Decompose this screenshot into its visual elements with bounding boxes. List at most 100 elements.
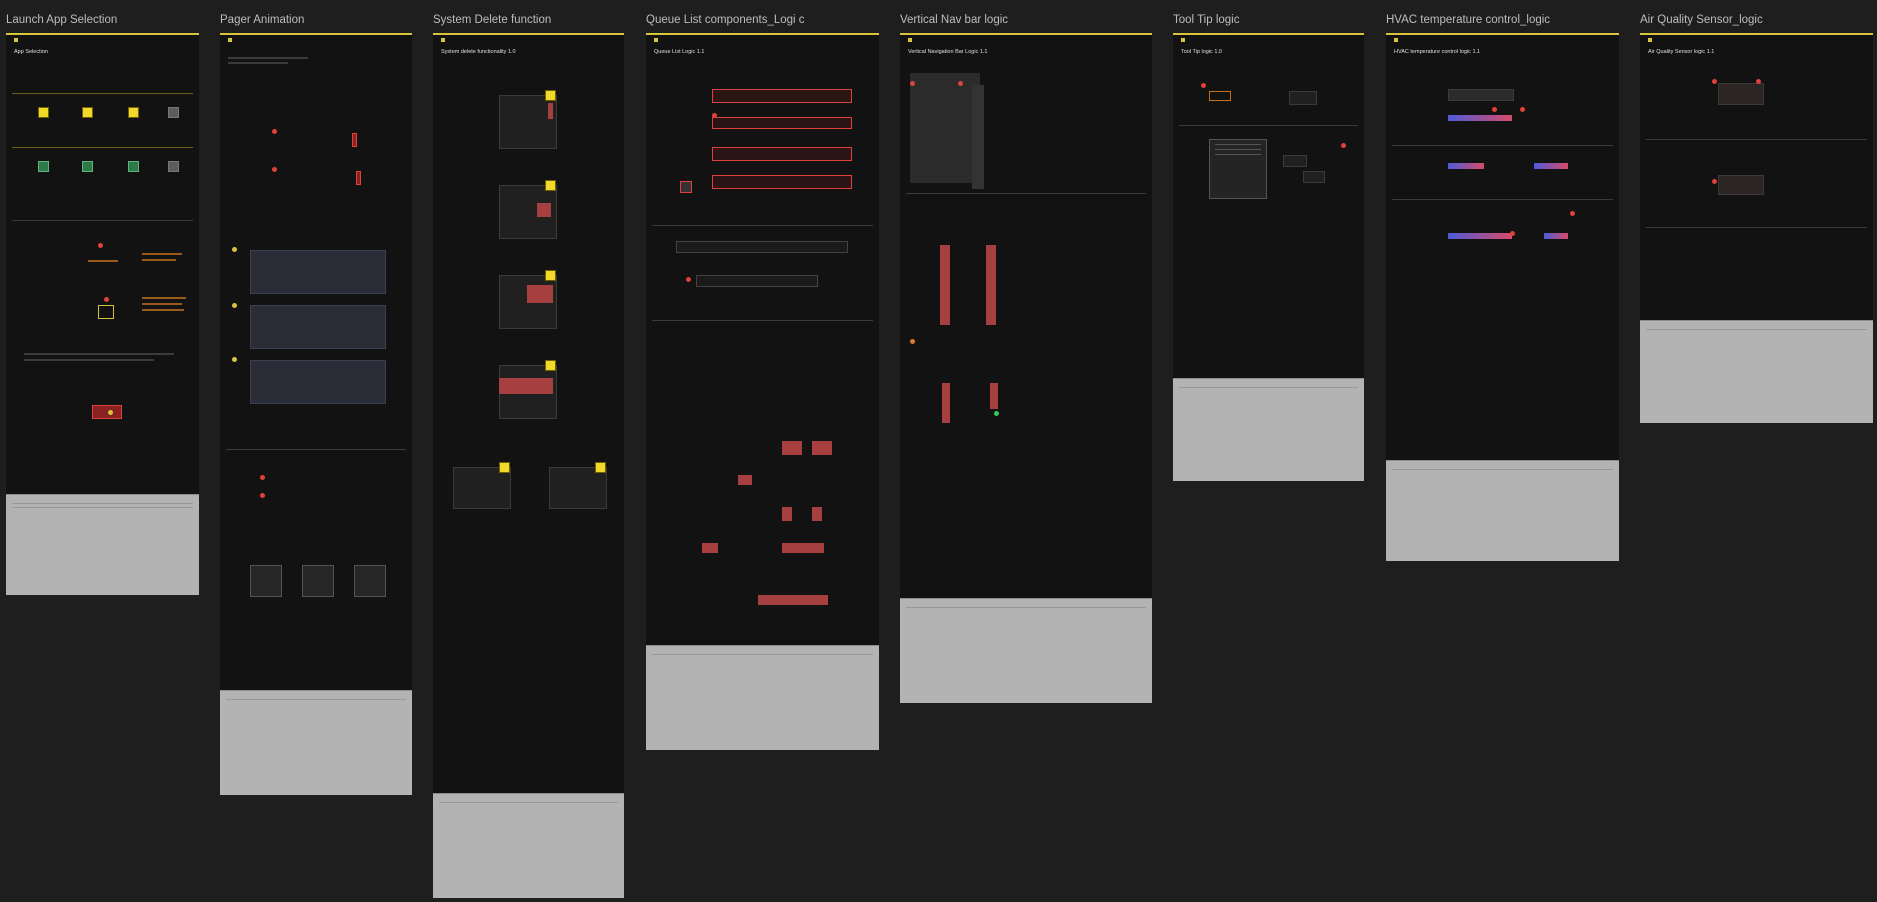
frame-launch-app-selection[interactable]: App Selection xyxy=(6,33,199,595)
frame-title-tooltip[interactable]: Tool Tip logic xyxy=(1173,14,1239,26)
easing-curve-chart xyxy=(302,565,334,597)
marker-icon xyxy=(1756,79,1761,84)
delete-trigger-icon xyxy=(595,462,606,473)
frame-vertical-nav[interactable]: Vertical Navigation Bar Logic 1.1 xyxy=(900,33,1152,703)
divider xyxy=(12,220,193,221)
marker-icon xyxy=(1520,107,1525,112)
annotation-line xyxy=(88,260,118,262)
sensor-card xyxy=(1718,175,1764,195)
app-tile-icon xyxy=(128,161,139,172)
delete-zone xyxy=(537,203,551,217)
page-title: Air Quality Sensor logic 1.1 xyxy=(1648,49,1715,55)
footer-label xyxy=(900,599,1152,607)
annotation-text xyxy=(142,297,186,299)
page-title: HVAC temperature control logic 1.1 xyxy=(1394,49,1481,55)
marker-icon xyxy=(686,277,691,282)
tooltip-dropdown xyxy=(1209,139,1267,199)
divider xyxy=(1392,199,1613,200)
temperature-slider xyxy=(1544,233,1568,239)
state-block xyxy=(782,441,802,455)
frame-title-hvac[interactable]: HVAC temperature control_logic xyxy=(1386,14,1550,26)
divider xyxy=(1392,145,1613,146)
nav-bar-state xyxy=(940,245,950,325)
frame-hvac-control[interactable]: HVAC temperature control logic 1.1 xyxy=(1386,33,1619,561)
nav-bar-state xyxy=(942,383,950,423)
frame-topbar xyxy=(1640,35,1873,45)
app-tile-icon xyxy=(38,107,49,118)
footer-row xyxy=(1179,387,1358,388)
queue-row xyxy=(712,89,852,103)
frame-topbar xyxy=(646,35,879,45)
delete-trigger-icon xyxy=(499,462,510,473)
marker-icon xyxy=(910,81,915,86)
temperature-slider xyxy=(1448,233,1512,239)
logo-icon xyxy=(1181,38,1185,42)
body-text xyxy=(24,359,154,361)
temperature-slider xyxy=(1534,163,1568,169)
marker-icon xyxy=(232,303,237,308)
marker-icon xyxy=(712,113,717,118)
frame-title-queue[interactable]: Queue List components_Logi c xyxy=(646,14,805,26)
tooltip-card xyxy=(1289,91,1317,105)
marker-icon xyxy=(232,247,237,252)
body-text xyxy=(228,57,308,59)
divider xyxy=(12,147,193,148)
dropdown-item xyxy=(1215,149,1261,150)
logo-icon xyxy=(228,38,232,42)
divider xyxy=(1646,227,1867,228)
thumbnail xyxy=(680,181,692,193)
status-icon xyxy=(994,411,999,416)
sensor-card xyxy=(1718,83,1764,105)
marker-icon xyxy=(910,339,915,344)
frame-topbar xyxy=(433,35,624,45)
divider xyxy=(226,449,406,450)
changelog-footer xyxy=(900,598,1152,703)
divider xyxy=(906,193,1146,194)
easing-curve-chart xyxy=(250,565,282,597)
frame-title-vnav[interactable]: Vertical Nav bar logic xyxy=(900,14,1008,26)
tooltip-outline xyxy=(1209,91,1231,101)
frame-tool-tip[interactable]: Tool Tip logic 1.0 xyxy=(1173,33,1364,481)
frame-title-sysdel[interactable]: System Delete function xyxy=(433,14,551,26)
frame-title-launch[interactable]: Launch App Selection xyxy=(6,14,117,26)
marker-icon xyxy=(1570,211,1575,216)
changelog-footer xyxy=(6,494,199,595)
footer-label xyxy=(1640,321,1873,329)
logo-icon xyxy=(441,38,445,42)
app-tile-icon xyxy=(128,107,139,118)
delete-bar xyxy=(548,103,553,119)
frame-title-pager[interactable]: Pager Animation xyxy=(220,14,304,26)
footer-row xyxy=(439,802,618,803)
frame-air-quality[interactable]: Air Quality Sensor logic 1.1 xyxy=(1640,33,1873,423)
frame-pager-animation[interactable] xyxy=(220,33,412,795)
marker-icon xyxy=(1712,79,1717,84)
marker-icon xyxy=(98,243,103,248)
nav-bar-state xyxy=(986,245,996,325)
footer-label xyxy=(1386,461,1619,469)
footer-label xyxy=(1173,379,1364,387)
nav-diagram-area xyxy=(910,73,980,183)
marker-icon xyxy=(1341,143,1346,148)
changelog-footer xyxy=(1173,378,1364,481)
page-title: Vertical Navigation Bar Logic 1.1 xyxy=(908,49,988,55)
marker-icon xyxy=(958,81,963,86)
delete-trigger-icon xyxy=(545,270,556,281)
dropdown-item xyxy=(1215,154,1261,155)
marker-icon xyxy=(272,129,277,134)
delete-trigger-icon xyxy=(545,180,556,191)
easing-curve-chart xyxy=(354,565,386,597)
frame-queue-list[interactable]: Queue List Logic 1.1 xyxy=(646,33,879,750)
frame-title-airq[interactable]: Air Quality Sensor_logic xyxy=(1640,14,1763,26)
frame-system-delete[interactable]: System delete functionality 1.0 xyxy=(433,33,624,898)
annotation-text xyxy=(142,303,182,305)
footer-row xyxy=(226,699,406,700)
page-title: Tool Tip logic 1.0 xyxy=(1181,49,1222,55)
delete-zone xyxy=(527,285,553,303)
app-tile-icon xyxy=(82,107,93,118)
state-block xyxy=(782,543,824,553)
app-grid-preview-swipe xyxy=(250,360,386,404)
app-tile-icon xyxy=(38,161,49,172)
page-title: App Selection xyxy=(14,49,48,55)
frame-topbar xyxy=(900,35,1152,45)
queue-row xyxy=(712,117,852,129)
